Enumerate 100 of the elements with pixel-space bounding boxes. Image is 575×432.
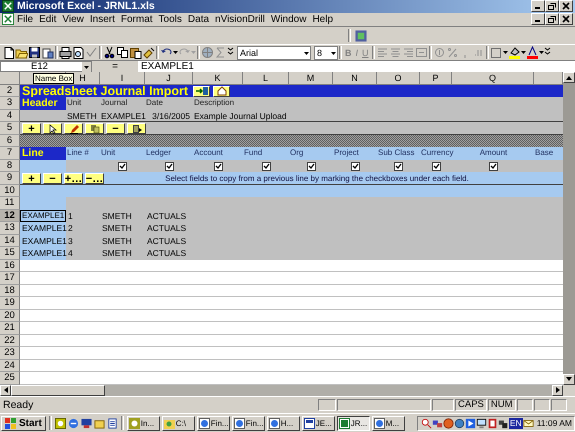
menu-item[interactable]: nVisionDrill — [212, 14, 268, 25]
field-label: Base — [535, 147, 554, 160]
row-header[interactable]: 14 — [0, 234, 20, 248]
taskbar-button[interactable]: JE... — [302, 416, 335, 431]
row-header[interactable]: 23 — [0, 347, 20, 360]
menu-item[interactable]: Help — [309, 14, 336, 25]
toolbar-button[interactable]: − — [43, 173, 62, 184]
row-header[interactable]: 10 — [0, 184, 20, 198]
row-header[interactable]: 12 — [0, 210, 20, 222]
status-indicator: NUM — [488, 399, 516, 412]
row-header[interactable]: 21 — [0, 322, 20, 335]
toolbar-button[interactable]: −… — [85, 173, 104, 184]
table-cell[interactable]: ACTUALS — [147, 222, 186, 235]
table-cell[interactable]: SMETH — [102, 247, 132, 260]
row-header[interactable]: 13 — [0, 222, 20, 235]
table-cell[interactable]: EXAMPLE1 — [20, 234, 66, 248]
field-value[interactable]: 3/16/2005 — [152, 110, 190, 122]
field-value[interactable]: Example Journal Upload — [194, 110, 287, 122]
font-dropdown[interactable]: Arial — [237, 46, 311, 60]
taskbar-button[interactable]: JR... — [336, 416, 370, 431]
table-cell[interactable]: SMETH — [102, 234, 132, 248]
status-indicator: CAPS — [455, 399, 487, 412]
toolbar-button[interactable]: + — [22, 173, 41, 184]
start-button[interactable]: Start — [1, 416, 46, 431]
menu-item[interactable]: File — [14, 14, 36, 25]
row-header[interactable]: 9 — [0, 172, 20, 185]
row-header[interactable]: 15 — [0, 247, 20, 260]
row-header[interactable]: 25 — [0, 372, 20, 385]
taskbar-button[interactable]: Fin... — [196, 416, 230, 431]
row-header[interactable]: 8 — [0, 160, 20, 172]
section-label: Header — [20, 97, 66, 110]
menu-item[interactable]: Data — [184, 14, 212, 25]
column-header[interactable]: I — [100, 72, 145, 85]
row-header[interactable]: 20 — [0, 310, 20, 322]
field-value[interactable]: SMETH — [67, 110, 97, 122]
row-header[interactable]: 16 — [0, 260, 20, 272]
row-header[interactable]: 24 — [0, 360, 20, 372]
menu-item[interactable]: Insert — [86, 14, 118, 25]
row-header[interactable]: 17 — [0, 272, 20, 285]
column-header[interactable]: K — [193, 72, 243, 85]
column-header[interactable]: O — [377, 72, 420, 85]
tooltip: Name Box — [33, 73, 74, 84]
row-header[interactable]: 2 — [0, 84, 20, 98]
taskbar-button[interactable]: Fin... — [232, 416, 265, 431]
toolbar-button[interactable]: +… — [64, 173, 83, 184]
menu-item[interactable]: Tools — [156, 14, 185, 25]
table-cell[interactable]: SMETH — [102, 210, 132, 222]
row-header[interactable]: 7 — [0, 147, 20, 160]
menu-item[interactable]: Format — [118, 14, 156, 25]
row-header[interactable]: 18 — [0, 284, 20, 298]
font-size-dropdown[interactable]: 8 — [314, 46, 338, 60]
window-title: Microsoft Excel - JRNL1.xls — [17, 0, 155, 12]
language-indicator[interactable]: EN — [508, 418, 523, 429]
field-label: Org — [290, 147, 304, 160]
taskbar-button[interactable]: M... — [372, 416, 405, 431]
column-header[interactable]: M — [289, 72, 333, 85]
table-cell[interactable]: EXAMPLE1 — [20, 222, 66, 235]
taskbar-button[interactable]: In... — [126, 416, 160, 431]
column-header[interactable]: L — [243, 72, 289, 85]
row-header[interactable]: 5 — [0, 122, 20, 135]
row-header[interactable]: 3 — [0, 97, 20, 110]
hint-text: Select fields to copy from a previous line by marking the checkboxes under each field. — [165, 174, 469, 184]
menu-item[interactable]: View — [59, 14, 87, 25]
field-label: Account — [194, 147, 223, 160]
field-value[interactable]: EXAMPLE1 — [101, 110, 146, 122]
table-cell[interactable]: SMETH — [102, 222, 132, 235]
row-header[interactable]: 4 — [0, 110, 20, 122]
row-header[interactable]: 6 — [0, 134, 20, 148]
column-header[interactable]: N — [333, 72, 377, 85]
row-header[interactable]: 22 — [0, 334, 20, 348]
row-header[interactable]: 19 — [0, 297, 20, 310]
sheet-title: Spreadsheet Journal Import — [21, 84, 190, 98]
field-label: Sub Class — [378, 147, 414, 160]
table-cell[interactable]: 1 — [68, 210, 73, 222]
table-cell[interactable]: ACTUALS — [147, 247, 186, 260]
menu-item[interactable]: Edit — [36, 14, 60, 25]
toolbar-button[interactable]: + — [22, 123, 41, 134]
field-label: Unit — [101, 147, 116, 160]
field-label: Date — [146, 97, 163, 110]
table-cell[interactable]: ACTUALS — [147, 234, 186, 248]
formula-field[interactable]: EXAMPLE1 — [138, 61, 575, 72]
toolbar-button[interactable]: − — [106, 123, 125, 134]
menu-item[interactable]: Window — [268, 14, 310, 25]
row-header[interactable]: 11 — [0, 197, 20, 210]
clock: 11:09 AM — [536, 418, 572, 428]
equals-sign: = — [111, 62, 119, 72]
table-cell[interactable]: EXAMPLE1 — [20, 247, 66, 260]
table-cell[interactable]: 4 — [68, 247, 73, 260]
column-header[interactable]: J — [145, 72, 193, 85]
table-cell[interactable]: 3 — [68, 234, 73, 248]
table-cell[interactable]: EXAMPLE1 — [20, 210, 66, 222]
taskbar-button[interactable]: C:\ — [162, 416, 195, 431]
field-label: Description — [194, 97, 234, 110]
field-label: Fund — [244, 147, 262, 160]
field-label: Currency — [421, 147, 454, 160]
column-header[interactable]: P — [420, 72, 452, 85]
taskbar-button[interactable]: H... — [266, 416, 300, 431]
table-cell[interactable]: 2 — [68, 222, 73, 235]
table-cell[interactable]: ACTUALS — [147, 210, 186, 222]
column-header[interactable]: Q — [452, 72, 534, 85]
